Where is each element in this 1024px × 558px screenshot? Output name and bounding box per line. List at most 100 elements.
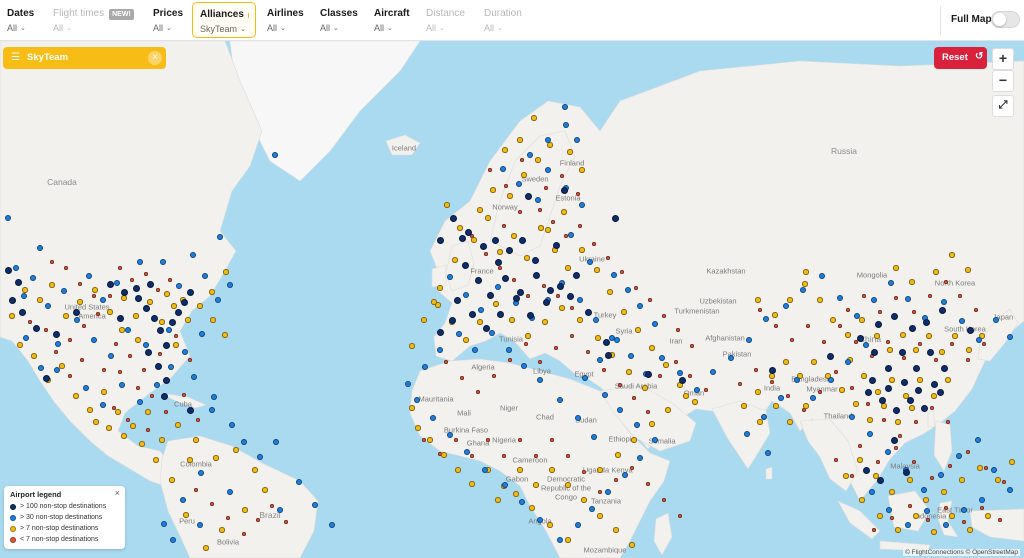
airport-marker-small[interactable] xyxy=(168,278,172,282)
airport-marker-medium[interactable] xyxy=(441,452,447,458)
airport-marker-major[interactable] xyxy=(116,314,124,322)
airport-marker-medium[interactable] xyxy=(887,347,893,353)
airport-marker-small[interactable] xyxy=(502,224,506,228)
airport-marker-major[interactable] xyxy=(468,310,476,318)
airport-marker-major[interactable] xyxy=(532,271,540,279)
airport-marker-medium[interactable] xyxy=(147,299,153,305)
airport-marker-medium[interactable] xyxy=(444,202,450,208)
airport-marker-medium[interactable] xyxy=(130,423,136,429)
airport-marker-major[interactable] xyxy=(162,376,170,384)
airport-marker-major[interactable] xyxy=(186,288,194,296)
airport-marker-small[interactable] xyxy=(78,282,82,286)
airport-marker-medium[interactable] xyxy=(561,209,567,215)
airport-marker-medium[interactable] xyxy=(153,457,159,463)
airport-marker-medium[interactable] xyxy=(859,497,865,503)
airport-marker-major[interactable] xyxy=(154,362,162,370)
airport-marker-medium[interactable] xyxy=(881,403,887,409)
airport-marker-medium[interactable] xyxy=(209,289,215,295)
airport-marker-major[interactable] xyxy=(464,228,472,236)
airport-marker-small[interactable] xyxy=(484,252,488,256)
airport-marker-major[interactable] xyxy=(436,328,444,336)
airport-marker-small[interactable] xyxy=(554,346,558,350)
airport-marker-medium[interactable] xyxy=(87,407,93,413)
airport-marker-medium[interactable] xyxy=(549,467,555,473)
airport-marker-medium[interactable] xyxy=(133,313,139,319)
airport-marker-medium[interactable] xyxy=(1009,459,1015,465)
airport-marker-medium[interactable] xyxy=(665,407,671,413)
airport-marker-small[interactable] xyxy=(188,358,192,362)
airport-marker-medium[interactable] xyxy=(597,513,603,519)
airport-marker-small[interactable] xyxy=(918,342,922,346)
airport-marker-small[interactable] xyxy=(648,298,652,302)
airport-marker-small[interactable] xyxy=(770,380,774,384)
fullscreen-button[interactable]: ⤢ xyxy=(992,95,1014,117)
airport-marker-major[interactable] xyxy=(144,348,152,356)
airport-marker-major[interactable] xyxy=(486,291,494,299)
airport-marker-medium[interactable] xyxy=(621,309,627,315)
airport-marker-medium[interactable] xyxy=(857,457,863,463)
airport-marker-small[interactable] xyxy=(498,266,502,270)
airport-marker-small[interactable] xyxy=(592,242,596,246)
airport-marker-small[interactable] xyxy=(210,502,214,506)
full-map-toggle[interactable] xyxy=(991,11,1020,28)
airport-marker-small[interactable] xyxy=(688,374,692,378)
airport-marker-major[interactable] xyxy=(602,338,610,346)
airport-marker-medium[interactable] xyxy=(787,297,793,303)
airport-marker-medium[interactable] xyxy=(431,299,437,305)
airport-marker-small[interactable] xyxy=(551,220,555,224)
airport-marker-major[interactable] xyxy=(611,214,619,222)
airport-marker-major[interactable] xyxy=(150,314,158,322)
airport-marker-major[interactable] xyxy=(186,406,194,414)
airport-marker-medium[interactable] xyxy=(139,441,145,447)
airport-marker-major[interactable] xyxy=(572,271,580,279)
airport-marker-small[interactable] xyxy=(914,420,918,424)
airport-marker-small[interactable] xyxy=(984,466,988,470)
filter-prices[interactable]: Prices All ⌄ xyxy=(146,2,190,38)
airport-marker-small[interactable] xyxy=(676,328,680,332)
airport-marker-major[interactable] xyxy=(512,294,520,302)
airport-marker-major[interactable] xyxy=(168,318,176,326)
airport-marker-small[interactable] xyxy=(634,286,638,290)
airport-marker-major[interactable] xyxy=(560,186,568,194)
airport-marker-major[interactable] xyxy=(936,388,944,396)
airport-marker-major[interactable] xyxy=(604,351,612,359)
airport-marker-small[interactable] xyxy=(862,294,866,298)
airport-marker-medium[interactable] xyxy=(455,467,461,473)
airport-marker-medium[interactable] xyxy=(579,167,585,173)
airport-marker-small[interactable] xyxy=(790,338,794,342)
airport-marker-medium[interactable] xyxy=(421,317,427,323)
airport-marker-small[interactable] xyxy=(538,208,542,212)
airport-marker-small[interactable] xyxy=(838,324,842,328)
airport-marker-small[interactable] xyxy=(946,420,950,424)
airport-marker-major[interactable] xyxy=(868,376,876,384)
airport-marker-medium[interactable] xyxy=(490,187,496,193)
airport-marker-medium[interactable] xyxy=(511,233,517,239)
airport-marker-small[interactable] xyxy=(834,370,838,374)
airport-marker-medium[interactable] xyxy=(463,337,469,343)
airport-marker-major[interactable] xyxy=(106,280,114,288)
airport-marker-medium[interactable] xyxy=(535,157,541,163)
airport-marker-small[interactable] xyxy=(678,514,682,518)
airport-marker-medium[interactable] xyxy=(861,373,867,379)
airport-marker-medium[interactable] xyxy=(145,409,151,415)
airport-marker-major[interactable] xyxy=(72,308,80,316)
airport-marker-medium[interactable] xyxy=(121,295,127,301)
airport-marker-medium[interactable] xyxy=(409,405,415,411)
airport-marker-small[interactable] xyxy=(982,342,986,346)
airport-marker-small[interactable] xyxy=(128,354,132,358)
airport-marker-medium[interactable] xyxy=(952,333,958,339)
airport-marker-medium[interactable] xyxy=(531,115,537,121)
airport-marker-small[interactable] xyxy=(950,342,954,346)
airport-marker-small[interactable] xyxy=(542,284,546,288)
airport-marker-major[interactable] xyxy=(474,276,482,284)
airport-marker-small[interactable] xyxy=(630,466,634,470)
airport-marker-medium[interactable] xyxy=(49,282,55,288)
airport-marker-small[interactable] xyxy=(174,334,178,338)
airport-marker-medium[interactable] xyxy=(581,497,587,503)
airport-marker-medium[interactable] xyxy=(169,477,175,483)
airport-marker-small[interactable] xyxy=(476,390,480,394)
airport-marker-medium[interactable] xyxy=(525,333,531,339)
airport-marker-small[interactable] xyxy=(704,388,708,392)
airport-marker-medium[interactable] xyxy=(538,225,544,231)
airport-marker-medium[interactable] xyxy=(210,317,216,323)
